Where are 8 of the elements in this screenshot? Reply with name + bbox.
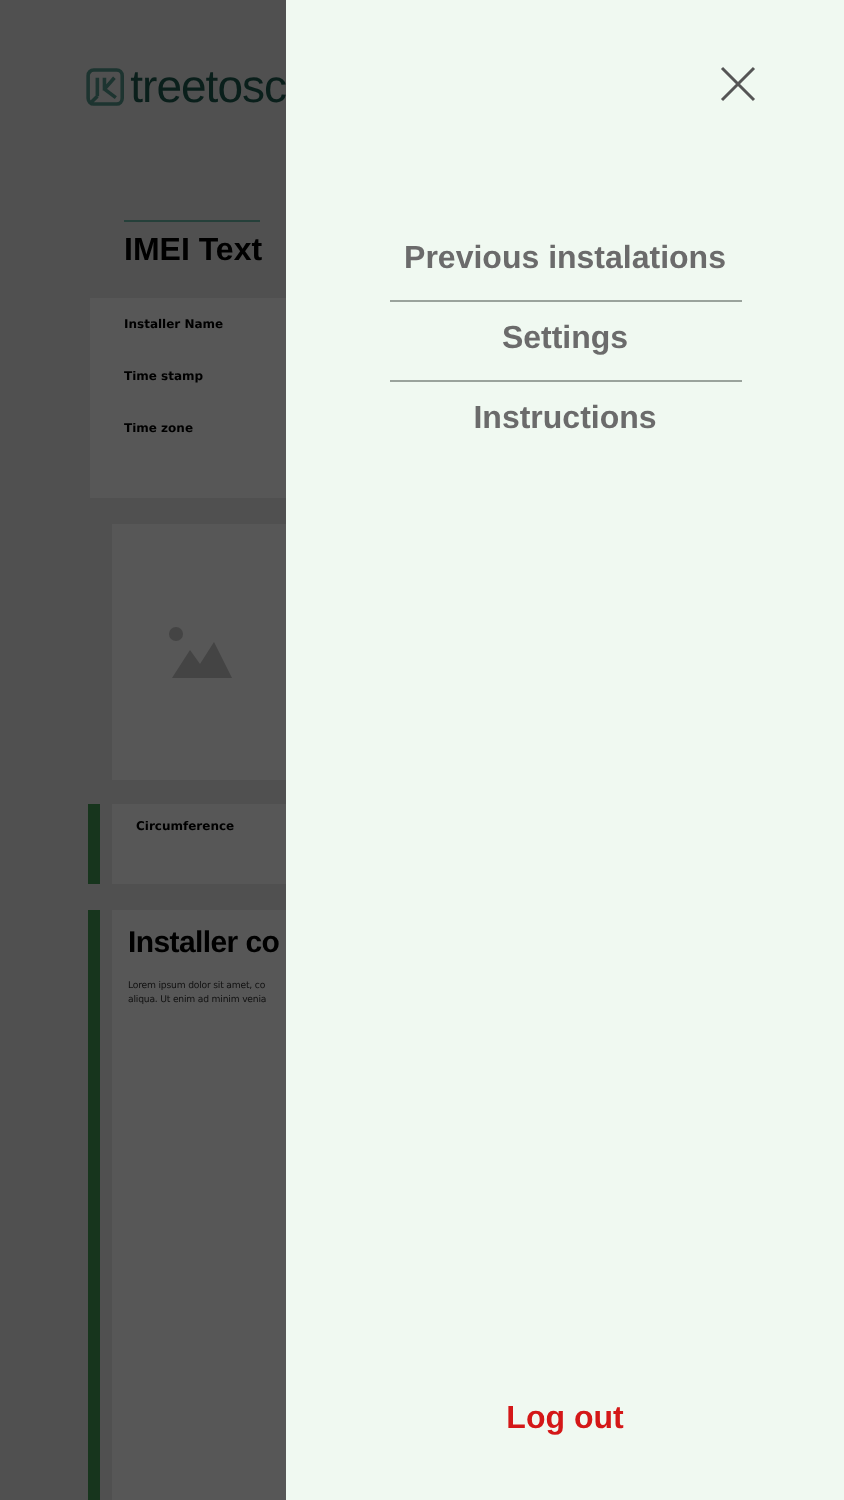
- section-title: Installer co: [128, 926, 282, 960]
- menu-item[interactable]: Settings: [389, 300, 741, 380]
- logout-link[interactable]: Log out: [506, 1382, 624, 1460]
- menu-item[interactable]: Instructions: [389, 380, 741, 460]
- page-title: IMEI Text: [124, 234, 265, 270]
- close-icon[interactable]: [720, 66, 756, 102]
- logo-text: treetosc: [130, 59, 286, 113]
- menu-item[interactable]: Previous instalations: [389, 222, 741, 300]
